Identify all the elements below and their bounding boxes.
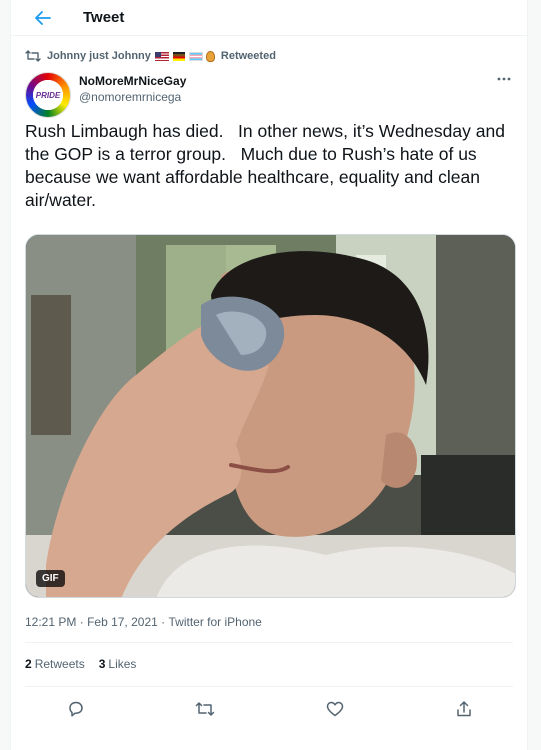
back-button[interactable] bbox=[23, 3, 63, 33]
retweet-icon bbox=[196, 702, 215, 716]
tweet-time[interactable]: 12:21 PM bbox=[25, 615, 76, 629]
tweet-stats: 2 Retweets 3 Likes bbox=[25, 657, 150, 671]
seal-icon bbox=[205, 50, 215, 62]
likes-label: Likes bbox=[108, 657, 137, 671]
meta-separator-2: · bbox=[161, 614, 166, 629]
tweet-actions bbox=[11, 697, 529, 721]
likes-count: 3 bbox=[98, 657, 106, 671]
tweet-page: Tweet Johnny just Johnny Retweeted PRIDE… bbox=[10, 0, 528, 750]
tweet-source[interactable]: Twitter for iPhone bbox=[168, 615, 261, 629]
share-button[interactable] bbox=[450, 697, 478, 721]
more-options-button[interactable] bbox=[495, 72, 513, 86]
tweet-text: Rush Limbaugh has died. In other news, i… bbox=[25, 121, 510, 210]
likes-stat[interactable]: 3 Likes bbox=[99, 657, 137, 671]
retweets-label: Retweets bbox=[34, 657, 85, 671]
meta-separator: · bbox=[79, 614, 84, 629]
retweeter-name[interactable]: Johnny just Johnny bbox=[47, 50, 151, 62]
divider bbox=[25, 642, 513, 643]
pride-flag-icon bbox=[172, 51, 185, 61]
tweet-media-gif[interactable]: GIF bbox=[25, 234, 516, 598]
retweets-count: 2 bbox=[25, 657, 32, 671]
avatar[interactable]: PRIDE bbox=[25, 72, 71, 118]
retweet-icon bbox=[25, 50, 41, 62]
page-header: Tweet bbox=[11, 0, 527, 36]
tweet-date[interactable]: Feb 17, 2021 bbox=[87, 615, 158, 629]
author-names: NoMoreMrNiceGay @nomoremrnicega bbox=[79, 74, 186, 104]
gif-frame-image bbox=[26, 235, 515, 597]
author-display-name[interactable]: NoMoreMrNiceGay bbox=[79, 74, 186, 88]
retweet-button[interactable] bbox=[191, 697, 219, 721]
avatar-text: PRIDE bbox=[35, 90, 61, 100]
retweeted-label: Retweeted bbox=[220, 50, 276, 62]
more-icon bbox=[497, 77, 511, 81]
tweet-metadata: 12:21 PM · Feb 17, 2021 · Twitter for iP… bbox=[25, 614, 262, 629]
back-arrow-icon bbox=[35, 10, 51, 25]
author-handle[interactable]: @nomoremrnicega bbox=[79, 90, 186, 104]
share-icon bbox=[457, 701, 471, 717]
like-icon bbox=[326, 701, 343, 717]
trans-flag-icon bbox=[188, 51, 203, 61]
author-row: PRIDE NoMoreMrNiceGay @nomoremrnicega bbox=[25, 72, 527, 118]
page-title: Tweet bbox=[83, 9, 125, 26]
reply-icon bbox=[69, 701, 83, 717]
retweet-context: Johnny just Johnny Retweeted bbox=[25, 48, 527, 64]
retweets-stat[interactable]: 2 Retweets bbox=[25, 657, 85, 671]
gif-badge: GIF bbox=[36, 570, 65, 587]
divider bbox=[25, 686, 513, 687]
us-flag-icon bbox=[154, 51, 169, 61]
like-button[interactable] bbox=[321, 697, 349, 721]
reply-button[interactable] bbox=[62, 697, 90, 721]
